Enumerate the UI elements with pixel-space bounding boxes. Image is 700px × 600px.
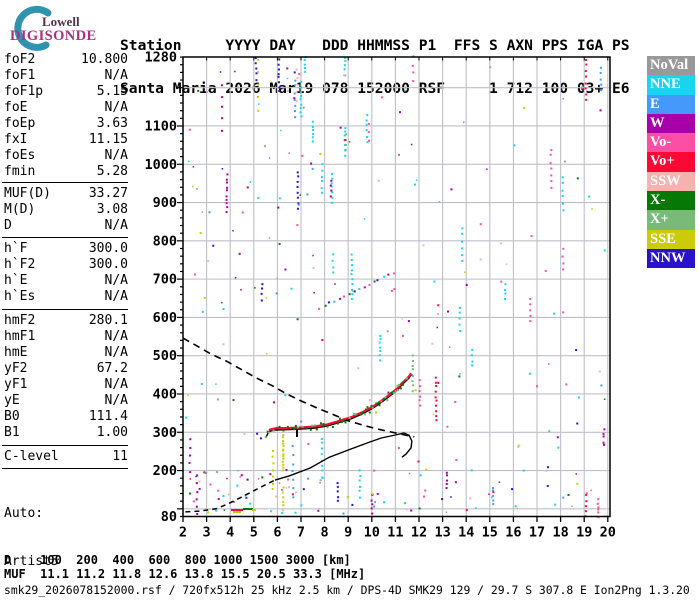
legend-item-x-minus: X- (647, 191, 695, 211)
x-axis-label: 6 (273, 525, 281, 541)
trace-curves (182, 337, 415, 513)
x-axis-label: 19 (576, 525, 592, 541)
legend-item-nnw: NNW (647, 248, 695, 269)
file-info-footer: smk29_2026078152000.rsf / 720fx512h 25 k… (4, 583, 690, 597)
x-axis-label: 7 (297, 525, 305, 541)
muf-row: MUF 11.1 11.2 11.8 12.6 13.8 15.5 20.5 3… (4, 567, 366, 581)
x-axis-label: 9 (344, 525, 352, 541)
legend-item-noval: NoVal (647, 56, 695, 76)
y-axis-label: 800 (153, 233, 177, 249)
legend-label: X- (650, 192, 666, 209)
legend-item-nne: NNE (647, 75, 695, 95)
ionogram-app: Lowell DIGISONDE Station YYYY DAY DDD HH… (0, 0, 700, 600)
legend-item-w: W (647, 113, 695, 134)
legend-item-ssw: SSW (647, 171, 695, 192)
x-axis-label: 20 (600, 525, 616, 541)
legend-label: NoVal (650, 57, 689, 73)
x-axis-label: 12 (411, 525, 427, 541)
legend-label: SSW (650, 172, 681, 189)
y-axis-label: 300 (153, 425, 177, 441)
legend-item-e: E (647, 94, 695, 114)
legend-label: NNE (650, 76, 681, 93)
legend-label: Vo+ (650, 153, 675, 170)
x-axis-label: 5 (250, 525, 258, 541)
axis-labels: 1280 1100 1000 900 800 700 600 500 400 300 200 802 3… (144, 50, 615, 541)
legend-label: NNW (650, 249, 686, 266)
legend-item-vo-plus: Vo+ (647, 152, 695, 172)
f2-trace-doppler-overlay (268, 372, 412, 431)
oblique-echo-trace (318, 272, 395, 310)
muf-transmission-curve (182, 337, 415, 438)
x-axis-label: 11 (387, 525, 403, 541)
y-axis-label: 1100 (144, 118, 177, 134)
x-axis-label: 15 (482, 525, 498, 541)
legend-label: W (650, 114, 665, 131)
x-axis-label: 16 (505, 525, 521, 541)
y-axis-label: 900 (153, 195, 177, 211)
legend-label: Vo- (650, 134, 672, 151)
true-height-profile (274, 432, 413, 481)
x-axis-label: 3 (203, 525, 211, 541)
y-axis-label: 1000 (144, 157, 177, 173)
legend-label: X+ (650, 211, 669, 228)
x-axis-label: 17 (529, 525, 545, 541)
doppler-direction-legend: NoVal NNE E W Vo- Vo+ SSW X- X+ SSE NNW (647, 56, 695, 269)
ionogram-plot: 1280 1100 1000 900 800 700 600 500 400 300 200 802 3… (144, 50, 615, 541)
x-axis-label: 8 (321, 525, 329, 541)
legend-item-x-plus: X+ (647, 210, 695, 230)
x-axis-label: 13 (434, 525, 450, 541)
y-axis-label: 80 (161, 509, 177, 525)
plot-gridlines (183, 57, 610, 517)
x-axis-label: 2 (179, 525, 187, 541)
y-axis-label: 500 (153, 348, 177, 364)
x-axis-label: 18 (552, 525, 568, 541)
rfi-strips (188, 55, 606, 519)
y-axis-label: 700 (153, 272, 177, 288)
distance-row: D 100 200 400 600 800 1000 1500 3000 [km… (4, 553, 351, 567)
x-axis-label: 4 (226, 525, 234, 541)
legend-item-vo-minus: Vo- (647, 133, 695, 153)
legend-label: E (650, 95, 660, 112)
legend-label: SSE (650, 230, 676, 247)
x-axis-label: 10 (364, 525, 380, 541)
legend-item-sse: SSE (647, 229, 695, 249)
y-axis-label: 1280 (144, 50, 177, 66)
y-axis-label: 200 (153, 463, 177, 479)
y-axis-label: 400 (153, 386, 177, 402)
y-axis-label: 600 (153, 310, 177, 326)
x-axis-label: 14 (458, 525, 474, 541)
